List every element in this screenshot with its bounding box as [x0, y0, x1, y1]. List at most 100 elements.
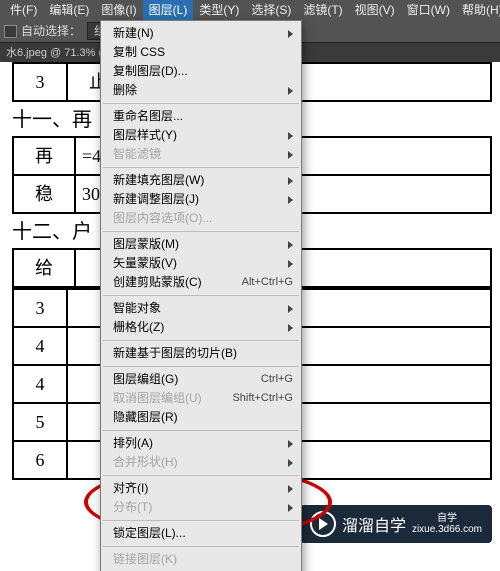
menu-item[interactable]: 重命名图层...: [101, 107, 301, 126]
menu-separator: [103, 366, 299, 367]
chevron-right-icon: [288, 196, 293, 204]
watermark-sub1: 自学: [437, 513, 457, 524]
menu-item-label: 隐藏图层(R): [113, 408, 178, 427]
menu-item[interactable]: 选择(S): [245, 0, 297, 20]
chevron-right-icon: [288, 504, 293, 512]
chevron-right-icon: [288, 30, 293, 38]
menu-item-label: 排列(A): [113, 434, 153, 453]
cell-num: 3: [13, 289, 67, 327]
chevron-right-icon: [288, 151, 293, 159]
menu-item: 合并形状(H): [101, 453, 301, 472]
menu-item[interactable]: 滤镜(T): [297, 0, 348, 20]
menu-item[interactable]: 新建基于图层的切片(B): [101, 344, 301, 363]
autoselect-label: 自动选择：: [21, 20, 81, 42]
menu-item: 分布(T): [101, 498, 301, 517]
menu-item[interactable]: 视图(V): [349, 0, 401, 20]
menu-separator: [103, 520, 299, 521]
menu-item-label: 锁定图层(L)...: [113, 524, 186, 543]
menu-item[interactable]: 删除: [101, 81, 301, 100]
menu-shortcut: Shift+Ctrl+G: [232, 389, 293, 408]
menu-item-label: 栅格化(Z): [113, 318, 164, 337]
menu-separator: [103, 340, 299, 341]
menu-item[interactable]: 图层样式(Y): [101, 126, 301, 145]
menu-item[interactable]: 编辑(E): [43, 0, 95, 20]
menu-item-label: 对齐(I): [113, 479, 148, 498]
menu-item-label: 新建(N): [113, 24, 154, 43]
menu-item[interactable]: 智能对象: [101, 299, 301, 318]
cell-name: 稳: [13, 175, 75, 213]
menu-item-label: 图层内容选项(O)...: [113, 209, 212, 228]
menu-item-label: 链接图层(K): [113, 550, 177, 569]
menu-item[interactable]: 栅格化(Z): [101, 318, 301, 337]
chevron-right-icon: [288, 324, 293, 332]
menu-item[interactable]: 新建调整图层(J): [101, 190, 301, 209]
menu-item[interactable]: 类型(Y): [193, 0, 245, 20]
cell-num: 3: [13, 63, 67, 101]
chevron-right-icon: [288, 440, 293, 448]
menu-shortcut: Alt+Ctrl+G: [242, 273, 293, 292]
chevron-right-icon: [288, 132, 293, 140]
menu-separator: [103, 475, 299, 476]
cell-name: 给: [13, 249, 75, 287]
menu-item-label: 删除: [113, 81, 137, 100]
chevron-right-icon: [288, 260, 293, 268]
menu-item[interactable]: 新建(N): [101, 24, 301, 43]
layer-menu-dropdown: 新建(N)复制 CSS复制图层(D)...删除重命名图层...图层样式(Y)智能…: [100, 20, 302, 571]
menu-item-label: 取消图层编组(U): [113, 389, 202, 408]
menu-item[interactable]: 创建剪贴蒙版(C)Alt+Ctrl+G: [101, 273, 301, 292]
autoselect-checkbox[interactable]: [4, 25, 17, 38]
menu-item[interactable]: 件(F): [4, 0, 43, 20]
menu-item-label: 复制图层(D)...: [113, 62, 188, 81]
menu-item: 智能滤镜: [101, 145, 301, 164]
menu-item-label: 智能对象: [113, 299, 161, 318]
menu-item[interactable]: 新建填充图层(W): [101, 171, 301, 190]
menu-item[interactable]: 矢量蒙版(V): [101, 254, 301, 273]
watermark: 溜溜自学 自学 zixue.3d66.com: [300, 505, 492, 543]
menu-item-label: 图层蒙版(M): [113, 235, 179, 254]
menu-item[interactable]: 帮助(H): [456, 0, 500, 20]
menu-item[interactable]: 锁定图层(L)...: [101, 524, 301, 543]
menu-item-label: 图层样式(Y): [113, 126, 177, 145]
menu-item-label: 新建调整图层(J): [113, 190, 199, 209]
chevron-right-icon: [288, 459, 293, 467]
menu-item-label: 智能滤镜: [113, 145, 161, 164]
menu-item-label: 新建基于图层的切片(B): [113, 344, 237, 363]
menu-separator: [103, 430, 299, 431]
menu-shortcut: Ctrl+G: [261, 370, 293, 389]
menu-item[interactable]: 图像(I): [95, 0, 142, 20]
cell-num: 4: [13, 365, 67, 403]
menu-item-label: 图层编组(G): [113, 370, 178, 389]
play-icon: [310, 511, 336, 537]
chevron-right-icon: [288, 485, 293, 493]
menu-separator: [103, 167, 299, 168]
menu-item: 取消图层编组(U) Shift+Ctrl+G: [101, 389, 301, 408]
chevron-right-icon: [288, 305, 293, 313]
menu-item-label: 重命名图层...: [113, 107, 183, 126]
cell-num: 4: [13, 327, 67, 365]
menu-item[interactable]: 窗口(W): [401, 0, 456, 20]
cell-num: 6: [13, 441, 67, 479]
menu-separator: [103, 103, 299, 104]
menu-item[interactable]: 复制图层(D)...: [101, 62, 301, 81]
menu-item[interactable]: 排列(A): [101, 434, 301, 453]
menu-item[interactable]: 复制 CSS: [101, 43, 301, 62]
watermark-brand: 溜溜自学: [342, 512, 406, 536]
cell-name: 再: [13, 137, 75, 175]
menu-item-label: 合并形状(H): [113, 453, 178, 472]
menu-bar: 件(F)编辑(E)图像(I)图层(L)类型(Y)选择(S)滤镜(T)视图(V)窗…: [0, 0, 500, 20]
menu-item[interactable]: 图层蒙版(M): [101, 235, 301, 254]
menu-item-label: 矢量蒙版(V): [113, 254, 177, 273]
menu-item[interactable]: 图层编组(G) Ctrl+G: [101, 370, 301, 389]
menu-item-label: 新建填充图层(W): [113, 171, 204, 190]
watermark-sub2: zixue.3d66.com: [412, 524, 482, 535]
menu-item: 图层内容选项(O)...: [101, 209, 301, 228]
menu-separator: [103, 295, 299, 296]
menu-item-label: 复制 CSS: [113, 43, 165, 62]
menu-item[interactable]: 对齐(I): [101, 479, 301, 498]
chevron-right-icon: [288, 177, 293, 185]
menu-item[interactable]: 图层(L): [143, 0, 194, 20]
menu-item[interactable]: 隐藏图层(R): [101, 408, 301, 427]
cell-num: 5: [13, 403, 67, 441]
chevron-right-icon: [288, 241, 293, 249]
menu-separator: [103, 546, 299, 547]
